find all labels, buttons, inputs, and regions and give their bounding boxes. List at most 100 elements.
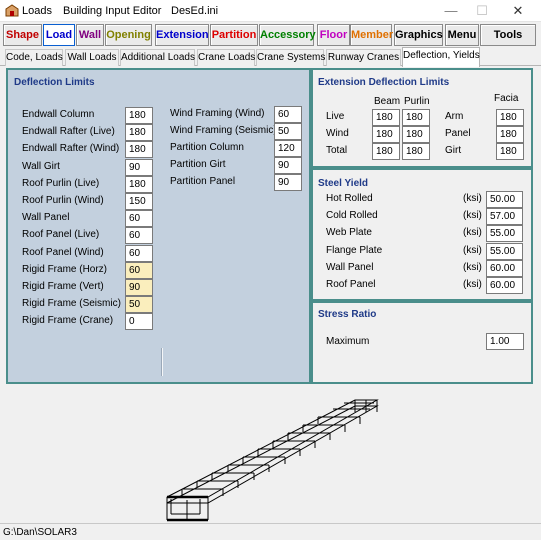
deflection-label: Endwall Column [22, 109, 95, 120]
status-bar: G:\Dan\SOLAR3 [0, 523, 541, 540]
steel-yield-unit: (ksi) [463, 227, 482, 239]
extension-beam-input[interactable]: 180 [372, 126, 400, 143]
minimize-button[interactable]: — [436, 2, 466, 20]
toolbar-wall-button[interactable]: Wall [76, 24, 104, 46]
col-facia: Facia [494, 93, 519, 104]
stress-ratio-label: Maximum [326, 336, 370, 347]
deflection-label: Partition Girt [170, 159, 226, 170]
extension-beam-input[interactable]: 180 [372, 143, 400, 160]
toolbar-menu-button[interactable]: Menu [445, 24, 479, 46]
deflection-input[interactable]: 180 [125, 124, 153, 142]
deflection-input[interactable]: 60 [274, 106, 302, 123]
steel-yield-label: Web Plate [326, 227, 372, 239]
col-beam: Beam [374, 96, 401, 107]
deflection-input[interactable]: 60 [125, 244, 153, 262]
tab-3[interactable]: Crane Loads [197, 49, 255, 66]
deflection-label: Rigid Frame (Seismic) [22, 298, 121, 310]
steel-yield-input[interactable]: 60.00 [486, 277, 523, 294]
building-3d-preview[interactable] [0, 386, 541, 522]
steel-yield-panel: Steel Yield Hot Rolled (ksi) 50.00 Cold Rol… [311, 168, 533, 301]
steel-yield-label: Roof Panel [326, 279, 376, 290]
toolbar-opening-button[interactable]: Opening [105, 24, 152, 46]
toolbar-extension-button[interactable]: Extension [155, 24, 209, 46]
toolbar-accessory-button[interactable]: Accessory [259, 24, 316, 46]
steel-yield-input[interactable]: 57.00 [486, 208, 523, 226]
deflection-label: Roof Purlin (Live) [22, 177, 100, 189]
steel-yield-label: Flange Plate [326, 244, 383, 256]
close-button[interactable]: ✕ [503, 2, 533, 20]
deflection-input[interactable]: 90 [125, 158, 153, 176]
extension-deflection-panel: Extension Deflection Limits Beam Purlin … [311, 68, 533, 168]
tab-2[interactable]: Additional Loads [120, 49, 195, 66]
deflection-input[interactable]: 90 [125, 279, 153, 296]
toolbar-load-button[interactable]: Load [43, 24, 75, 46]
deflection-label: Rigid Frame (Crane) [22, 315, 114, 327]
tab-4[interactable]: Crane Systems [256, 49, 325, 66]
extension-facia-input[interactable]: 180 [496, 143, 524, 160]
toolbar-tools-button[interactable]: Tools [480, 24, 536, 46]
extension-row-label: Wind [326, 128, 349, 139]
title-bar: Loads Building Input Editor DesEd.ini — … [0, 0, 541, 22]
extension-purlin-input[interactable]: 180 [402, 126, 430, 143]
extension-purlin-input[interactable]: 180 [402, 143, 430, 160]
extension-purlin-input[interactable]: 180 [402, 109, 430, 126]
deflection-input[interactable]: 0 [125, 313, 153, 331]
toolbar-shape-button[interactable]: Shape [3, 24, 42, 46]
deflection-limits-panel: Deflection Limits Endwall Column 180 Endwa… [6, 68, 311, 384]
toolbar-graphics-button[interactable]: Graphics [394, 24, 443, 46]
steel-yield-input[interactable]: 50.00 [486, 191, 523, 208]
deflection-label: Roof Purlin (Wind) [22, 195, 104, 206]
deflection-input[interactable]: 180 [125, 141, 153, 159]
tab-6[interactable]: Deflection, Yields [402, 47, 480, 67]
steel-yield-input[interactable]: 55.00 [486, 225, 523, 243]
extension-facia-label: Panel [445, 128, 471, 139]
deflection-input[interactable]: 150 [125, 193, 153, 210]
extension-facia-input[interactable]: 180 [496, 109, 524, 126]
toolbar-floor-button[interactable]: Floor [317, 24, 350, 46]
deflection-input[interactable]: 180 [125, 175, 153, 193]
deflection-limits-title: Deflection Limits [14, 77, 95, 88]
loads-menu[interactable]: Loads [22, 5, 52, 17]
deflection-input[interactable]: 90 [274, 157, 302, 174]
deflection-input[interactable]: 50 [274, 123, 302, 140]
steel-yield-label: Wall Panel [326, 261, 374, 273]
stress-ratio-input[interactable]: 1.00 [486, 333, 524, 350]
deflection-input[interactable]: 90 [274, 174, 302, 191]
steel-yield-unit: (ksi) [463, 193, 482, 204]
toolbar-partition-button[interactable]: Partition [210, 24, 258, 46]
deflection-input[interactable]: 60 [125, 210, 153, 228]
deflection-input[interactable]: 180 [125, 107, 153, 124]
deflection-label: Endwall Rafter (Live) [22, 126, 115, 138]
toolbar-member-button[interactable]: Member [350, 24, 393, 46]
extension-facia-input[interactable]: 180 [496, 126, 524, 143]
deflection-label: Partition Panel [170, 176, 236, 187]
deflection-label: Roof Panel (Wind) [22, 246, 104, 258]
extension-row-label: Live [326, 111, 345, 122]
extension-beam-input[interactable]: 180 [372, 109, 400, 126]
deflection-input[interactable]: 60 [125, 227, 153, 245]
steel-yield-unit: (ksi) [463, 244, 482, 256]
extension-deflection-title: Extension Deflection Limits [318, 77, 450, 88]
tab-0[interactable]: Code, Loads [5, 49, 63, 66]
tab-1[interactable]: Wall Loads [65, 49, 119, 66]
deflection-label: Roof Panel (Live) [22, 229, 100, 241]
steel-yield-input[interactable]: 60.00 [486, 259, 523, 277]
steel-yield-input[interactable]: 55.00 [486, 242, 523, 260]
deflection-label: Wind Framing (Wind) [170, 108, 265, 119]
deflection-label: Wind Framing (Seismic) [170, 125, 277, 136]
toolbar: Shape Load Wall Opening Extension Partition Ac… [0, 22, 541, 48]
deflection-input[interactable]: 120 [274, 140, 302, 157]
deflection-input[interactable]: 60 [125, 261, 153, 279]
deflection-input[interactable]: 50 [125, 296, 153, 314]
deflection-label: Rigid Frame (Vert) [22, 281, 104, 292]
status-path: G:\Dan\SOLAR3 [3, 527, 77, 538]
deflection-label: Rigid Frame (Horz) [22, 263, 108, 275]
steel-yield-title: Steel Yield [318, 178, 369, 189]
maximize-button[interactable]: ☐ [467, 2, 497, 20]
steel-yield-unit: (ksi) [463, 210, 482, 222]
panel-divider [161, 348, 163, 376]
tab-5[interactable]: Runway Cranes [326, 49, 401, 66]
stress-ratio-title: Stress Ratio [318, 309, 377, 320]
steel-yield-unit: (ksi) [463, 261, 482, 273]
extension-facia-label: Girt [445, 145, 462, 156]
